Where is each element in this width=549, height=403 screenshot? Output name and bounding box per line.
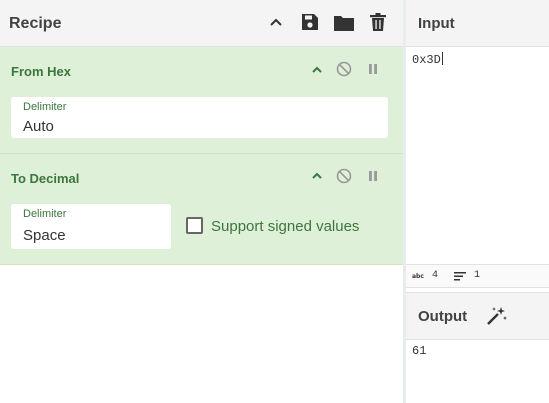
operation-title: To Decimal: [11, 171, 80, 186]
delimiter-label: Delimiter: [23, 101, 67, 113]
input-textarea[interactable]: 0x3D: [412, 52, 443, 67]
pause-icon[interactable]: [365, 168, 381, 184]
recipe-title: Recipe: [9, 15, 62, 32]
recipe-panel: Recipe From Hex Delimiter Auto To Decima…: [0, 0, 403, 403]
abc-icon: abc: [412, 271, 426, 283]
delimiter-field[interactable]: Delimiter Auto: [11, 97, 388, 138]
operation-to-decimal: To Decimal Delimiter Space: [0, 154, 403, 265]
input-value: 0x3D: [412, 53, 441, 67]
recipe-header: Recipe: [0, 0, 403, 47]
operation-title: From Hex: [11, 64, 71, 79]
disable-icon[interactable]: [336, 168, 352, 184]
chevron-up-icon[interactable]: [265, 11, 287, 33]
output-value: 61: [412, 344, 427, 358]
text-caret: [441, 52, 443, 65]
io-panel: Input 0x3D abc 4 1 Output 61: [406, 0, 549, 403]
delimiter-field[interactable]: Delimiter Space: [11, 204, 171, 249]
magic-wand-icon[interactable]: [486, 306, 508, 331]
support-signed-checkbox[interactable]: [186, 217, 203, 234]
output-header: Output: [406, 292, 549, 340]
svg-text:abc: abc: [412, 273, 424, 279]
support-signed-label[interactable]: Support signed values: [211, 218, 359, 235]
disable-icon[interactable]: [336, 61, 352, 77]
delimiter-value: Space: [23, 227, 66, 244]
pause-icon[interactable]: [365, 61, 381, 77]
output-textarea[interactable]: 61: [412, 344, 426, 358]
delimiter-value: Auto: [23, 118, 54, 135]
delimiter-label: Delimiter: [23, 208, 67, 220]
input-title: Input: [418, 15, 455, 32]
output-title: Output: [418, 308, 468, 325]
lines-icon: [454, 272, 466, 285]
operation-from-hex: From Hex Delimiter Auto: [0, 47, 403, 154]
save-icon[interactable]: [299, 11, 321, 33]
folder-icon[interactable]: [333, 11, 355, 33]
trash-icon[interactable]: [367, 11, 389, 33]
input-length: 4: [432, 270, 439, 281]
input-status-bar: abc 4 1: [406, 264, 549, 288]
chevron-up-icon[interactable]: [309, 168, 325, 184]
input-header: Input: [406, 0, 549, 47]
input-lines: 1: [474, 270, 481, 281]
chevron-up-icon[interactable]: [309, 62, 325, 78]
